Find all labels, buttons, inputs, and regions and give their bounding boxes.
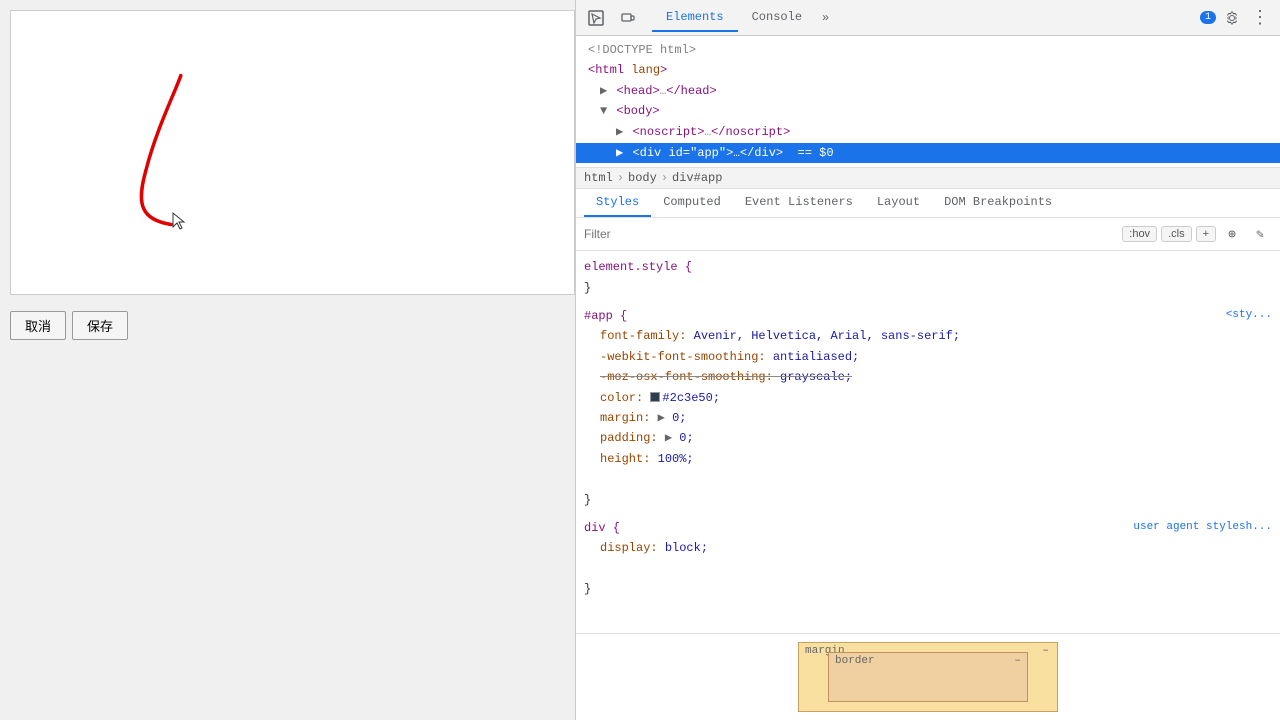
save-button[interactable]: 保存 [72, 311, 128, 340]
tab-styles[interactable]: Styles [584, 189, 651, 217]
dom-doctype[interactable]: <!DOCTYPE html> [576, 40, 1280, 60]
dom-tree: <!DOCTYPE html> <html lang> ▶ <head>…</h… [576, 36, 1280, 168]
app-margin: margin: ▶ 0; [600, 408, 1272, 428]
breadcrumb-html[interactable]: html [584, 171, 613, 185]
element-style-block: element.style { } [576, 255, 1280, 304]
app-rule-block: #app { <sty... font-family: Avenir, Helv… [576, 304, 1280, 516]
breadcrumb: html › body › div#app [576, 168, 1280, 189]
more-options-icon[interactable]: ⋮ [1248, 6, 1272, 30]
notification-badge: 1 [1200, 11, 1216, 24]
dom-html[interactable]: <html lang> [576, 60, 1280, 80]
devtools-right-icons: 1 ⋮ [1200, 6, 1272, 30]
drawing-canvas[interactable] [11, 11, 574, 294]
app-color: color: #2c3e50; [600, 388, 1272, 408]
hov-button[interactable]: :hov [1122, 226, 1157, 242]
app-selector[interactable]: #app { [584, 309, 627, 323]
div-selector[interactable]: div { [584, 521, 620, 535]
breadcrumb-div-app[interactable]: div#app [672, 171, 722, 185]
devtools-main-tabs: Elements Console » [652, 4, 835, 32]
element-style-selector[interactable]: element.style { [584, 260, 692, 274]
breadcrumb-body[interactable]: body [628, 171, 657, 185]
app-moz-font-smoothing: -moz-osx-font-smoothing: grayscale; [600, 367, 1272, 387]
dom-body[interactable]: ▼ <body> [576, 101, 1280, 121]
dom-app-div[interactable]: ▶ <div id="app">…</div> == $0 [576, 143, 1280, 164]
add-style-button[interactable]: + [1196, 226, 1216, 242]
div-display: display: block; [600, 538, 1272, 558]
new-style-rule-icon[interactable]: ✎ [1248, 222, 1272, 246]
inspect-icon[interactable] [584, 6, 608, 30]
div-source[interactable]: user agent stylesh... [1133, 518, 1272, 537]
tab-layout[interactable]: Layout [865, 189, 932, 217]
app-font-family: font-family: Avenir, Helvetica, Arial, s… [600, 326, 1272, 346]
devtools-toolbar: Elements Console » 1 ⋮ [576, 0, 1280, 36]
filter-bar: :hov .cls + ⊕ ✎ [576, 218, 1280, 251]
color-swatch [650, 392, 660, 402]
box-model: margin – border – [576, 633, 1280, 720]
dom-noscript[interactable]: ▶ <noscript>…</noscript> [576, 122, 1280, 143]
box-model-container: margin – border – [584, 642, 1272, 712]
more-tabs-button[interactable]: » [816, 7, 835, 29]
border-dash: – [1014, 655, 1021, 667]
margin-dash: – [1042, 645, 1049, 657]
dom-head[interactable]: ▶ <head>…</head> [576, 81, 1280, 102]
devtools-panel: Elements Console » 1 ⋮ <!DOCTYPE html> <… [575, 0, 1280, 720]
border-box: border – [828, 652, 1028, 702]
elements-tab[interactable]: Elements [652, 4, 738, 32]
filter-buttons: :hov .cls + ⊕ ✎ [1122, 222, 1272, 246]
tab-computed[interactable]: Computed [651, 189, 733, 217]
device-toggle-icon[interactable] [616, 6, 640, 30]
div-rule-block: div { user agent stylesh... display: blo… [576, 516, 1280, 606]
app-padding: padding: ▶ 0; [600, 428, 1272, 448]
filter-input[interactable] [584, 227, 1114, 241]
button-bar: 取消 保存 [0, 305, 575, 346]
css-rules: element.style { } #app { <sty... font-fa… [576, 251, 1280, 633]
app-source[interactable]: <sty... [1226, 306, 1272, 325]
tab-event-listeners[interactable]: Event Listeners [733, 189, 865, 217]
settings-icon[interactable] [1220, 6, 1244, 30]
tab-dom-breakpoints[interactable]: DOM Breakpoints [932, 189, 1064, 217]
styles-tabs: Styles Computed Event Listeners Layout D… [576, 189, 1280, 218]
cancel-button[interactable]: 取消 [10, 311, 66, 340]
cls-button[interactable]: .cls [1161, 226, 1192, 242]
margin-box: margin – border – [798, 642, 1058, 712]
app-webkit-font-smoothing: -webkit-font-smoothing: antialiased; [600, 347, 1272, 367]
console-tab[interactable]: Console [738, 4, 816, 32]
force-state-icon[interactable]: ⊕ [1220, 222, 1244, 246]
canvas-area [10, 10, 575, 295]
left-panel: 取消 保存 [0, 0, 575, 720]
app-height: height: 100%; [600, 449, 1272, 469]
border-label: border [835, 655, 875, 667]
